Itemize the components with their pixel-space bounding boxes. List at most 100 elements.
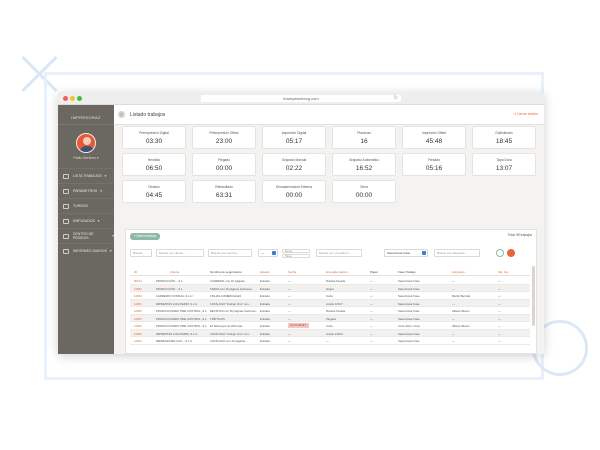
cell-id[interactable]: 12650 [134,309,142,313]
close-window-button[interactable] [63,96,68,101]
logout-label: Cerrar sesión [516,112,538,116]
stat-value: 16 [360,138,368,145]
filter-name-input[interactable]: Buscar por nombre... [208,249,252,257]
stat-card: Impresión Digital 05:17 [262,126,326,149]
minimize-window-button[interactable] [70,96,75,101]
cell-paper: — [370,316,373,321]
cell-date: — [288,301,291,306]
search-button[interactable] [496,249,504,257]
cell-name: TRÍPTICOS [210,316,225,321]
avatar[interactable] [76,133,96,153]
col-deliver[interactable]: Encuadernación [326,270,348,274]
sidebar-item[interactable]: PARÁMETROS ▾ [58,183,114,198]
cell-deliver: Rústica fresada [326,279,346,283]
user-name-label: Pablo Berlines [73,156,96,160]
logout-icon: ⇥ [513,112,516,116]
table-row[interactable]: 12652 IMPRENTAS LOGI FERRI, S.L.U. CATÁLOG… [130,329,530,337]
filter-date-to[interactable]: Hasta [282,254,310,258]
cell-assigned: — [452,301,455,306]
stat-value: 23:00 [215,138,233,145]
cell-extra: — [498,286,501,291]
cell-id[interactable]: 80131 [134,279,142,283]
filter-date-from[interactable]: Desde [282,249,310,253]
clear-filters-button[interactable] [507,249,515,257]
cell-assigned: — [452,316,455,321]
col-id[interactable]: ID [134,270,137,274]
table-row[interactable]: 12653 PRODUCCIONES TIME CONTROL, S.L. TRÍP… [130,314,530,322]
filter-deliver-input[interactable]: Buscar por encuadern... [316,249,362,257]
stat-value: 13:07 [495,165,513,172]
col-date[interactable]: Fecha [288,270,296,274]
cell-id[interactable]: 12653 [134,324,142,328]
filter-id-input[interactable]: Buscar [130,249,152,257]
new-job-button[interactable]: + Nuevo trabajo [130,233,160,240]
stat-value: 04:45 [145,192,163,199]
filter-row: Buscar Buscar por cliente... Buscar por … [130,249,530,258]
cell-deliver: Corte [326,294,333,298]
cell-phase: Seleccionar Fase [398,309,420,313]
cell-client: IMPRENTAS LOGI FERRI, S.L.U. [156,331,199,336]
table-row[interactable]: 12650 CARREIRO CONSULL S.L.U. FICHAS COMER… [130,292,530,300]
stat-card: División 04:45 [122,180,186,203]
logout-link[interactable]: ⇥ Cerrar sesión [513,112,538,116]
filter-client-input[interactable]: Buscar por cliente... [156,249,204,257]
total-count: Total: 59 trabajos [507,233,532,237]
stat-value: 05:17 [285,138,303,145]
table-row[interactable]: 12681 PRODUCCIÓN... S.L. TARIFA con 16 pág… [130,284,530,292]
cell-id[interactable]: 12651 [134,302,142,306]
col-extra[interactable]: Mq. Ing. [498,270,509,274]
filter-assigned-input[interactable]: Buscar por asignado... [434,249,480,257]
col-name[interactable]: Nombre de seguimiento [210,270,242,274]
cell-id[interactable]: 12652 [134,332,142,336]
reload-icon[interactable]: ↻ [394,95,398,102]
cell-id[interactable]: 12653 [134,317,142,321]
table-row[interactable]: 12644 IMPRESIONES CAS... S.L.U. CATÁLOGO c… [130,337,530,345]
stat-label: Fresado [427,158,441,162]
cell-extra: — [498,324,501,328]
menu-item-icon [63,233,69,239]
table-row[interactable]: 80131 PRODUCCIÓN... S.L. CARRETEL con 16 p… [130,277,530,285]
cell-extra: — [498,331,501,336]
sidebar-item-label: CENTRO DE PEDIDOS [72,232,94,240]
sidebar-item[interactable]: EMPLEADOS ▾ [58,213,114,228]
stat-card: Planchas 16 [332,126,396,149]
table-scrollbar[interactable] [532,266,535,326]
table-row[interactable]: 12650 PRODUCCIONES TIME CONTROL, S.L. REVI… [130,307,530,315]
stat-label: Grapado Automático [348,158,380,162]
chevron-down-icon: ▾ [97,219,100,223]
user-name[interactable]: Pablo Berlines ▾ [58,156,114,160]
stat-card: Encuadernación Externa 00:00 [262,180,326,203]
col-assigned[interactable]: Asignado [452,270,465,274]
address-bar[interactable]: teamyewebxxg.com ↻ [201,95,401,102]
cell-id[interactable]: 12650 [134,294,142,298]
stat-label: Grapado Manual [281,158,307,162]
sidebar-item-label: PARÁMETROS [73,189,98,193]
cell-date: — [288,339,291,343]
cell-phase: Seleccionar Fase [398,331,420,336]
cell-extra: — [498,316,501,321]
cell-date: — [288,309,291,313]
filter-phase-select[interactable]: Seleccionar Fase [384,249,428,257]
stat-value: 63:31 [215,192,233,199]
cell-id[interactable]: 12644 [134,339,142,343]
cell-name: TARIFA con 16 páginas interiores... [210,286,254,291]
cell-paper: — [370,301,373,306]
cell-name: El Telescopio de 184 total... [210,324,245,328]
cell-phase: Seleccionar Fase [398,339,420,343]
cell-id[interactable]: 12681 [134,287,142,291]
col-status[interactable]: Estado [260,270,269,274]
sidebar-item[interactable]: LISTA TRABAJOS ▾ [58,168,114,183]
sidebar-item[interactable]: INFORMES DIARIOS ▾ [58,243,114,258]
filter-status-select[interactable]: — [258,249,278,257]
sidebar-item-label: LISTA TRABAJOS [73,174,102,178]
sidebar-item[interactable]: CENTRO DE PEDIDOS▾ [58,228,114,243]
table-row[interactable]: 12651 IMPRENTAS LOGI FERRI, S.L.U. CATÁLOG… [130,299,530,307]
stat-label: Retractilado [215,185,233,189]
maximize-window-button[interactable] [77,96,82,101]
col-client[interactable]: Cliente [170,270,179,274]
sidebar-item[interactable]: TURNOS [58,198,114,213]
stat-card: Retractilado 63:31 [192,180,256,203]
stat-card: Impresión Offset 45:48 [402,126,466,149]
table-row[interactable]: 12653 PRODUCCIONES TIME CONTROL, S.L. El T… [130,322,530,330]
cell-client: IMPRENTAS LOGI FERRI, S.L.U. [156,301,199,306]
